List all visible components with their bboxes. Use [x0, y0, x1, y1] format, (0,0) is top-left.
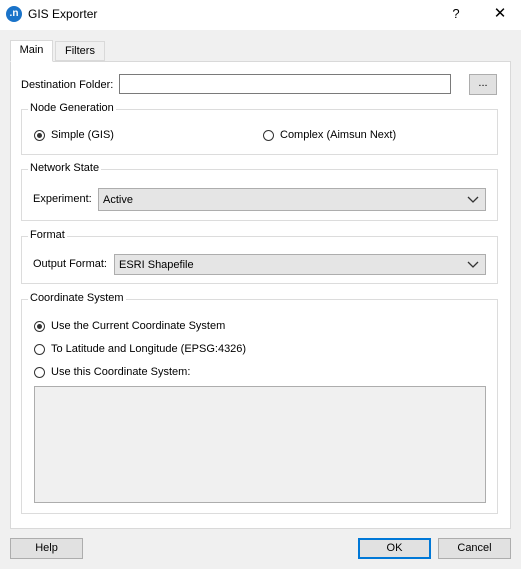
- radio-button-icon[interactable]: [34, 343, 45, 355]
- ok-button[interactable]: OK: [358, 538, 431, 559]
- aimsun-app-icon: .n: [6, 6, 22, 22]
- radio-custom-coordinate-system[interactable]: Use this Coordinate System:: [34, 366, 190, 378]
- radio-label: Use this Coordinate System:: [51, 366, 191, 378]
- output-format-value: ESRI Shapefile: [119, 258, 194, 271]
- output-format-select[interactable]: ESRI Shapefile: [114, 254, 486, 275]
- chevron-down-icon: [467, 261, 479, 268]
- format-title: Format: [28, 229, 67, 241]
- help-icon[interactable]: ?: [448, 3, 464, 25]
- radio-label: Complex (Aimsun Next): [280, 129, 397, 141]
- radio-simple-gis[interactable]: Simple (GIS): [34, 129, 114, 141]
- node-generation-title: Node Generation: [28, 102, 116, 114]
- coordinate-system-title: Coordinate System: [28, 292, 126, 304]
- window-title: GIS Exporter: [28, 7, 98, 21]
- chevron-down-icon: [467, 196, 479, 203]
- radio-label: Use the Current Coordinate System: [51, 320, 226, 332]
- help-button[interactable]: Help: [10, 538, 83, 559]
- radio-button-icon[interactable]: [34, 129, 45, 141]
- experiment-value: Active: [103, 193, 133, 206]
- title-bar: .n GIS Exporter ? ✕: [0, 0, 521, 30]
- custom-coordinate-system-textarea[interactable]: [34, 386, 486, 503]
- close-icon[interactable]: ✕: [489, 3, 511, 25]
- network-state-title: Network State: [28, 162, 102, 174]
- radio-label: To Latitude and Longitude (EPSG:4326): [51, 343, 247, 355]
- cancel-button[interactable]: Cancel: [438, 538, 511, 559]
- output-format-label: Output Format:: [33, 258, 107, 270]
- tab-filters[interactable]: Filters: [55, 41, 105, 61]
- radio-button-icon[interactable]: [34, 366, 45, 378]
- experiment-label: Experiment:: [33, 193, 92, 205]
- radio-button-icon[interactable]: [34, 320, 45, 332]
- radio-complex-aimsun[interactable]: Complex (Aimsun Next): [263, 129, 396, 141]
- browse-button[interactable]: ...: [469, 74, 497, 95]
- radio-latitude-longitude[interactable]: To Latitude and Longitude (EPSG:4326): [34, 343, 246, 355]
- radio-button-icon[interactable]: [263, 129, 274, 141]
- destination-folder-input[interactable]: [119, 74, 451, 94]
- tab-main[interactable]: Main: [10, 40, 53, 62]
- radio-current-coordinate-system[interactable]: Use the Current Coordinate System: [34, 320, 225, 332]
- experiment-select[interactable]: Active: [98, 188, 486, 211]
- destination-folder-label: Destination Folder:: [21, 79, 114, 91]
- radio-label: Simple (GIS): [51, 129, 114, 141]
